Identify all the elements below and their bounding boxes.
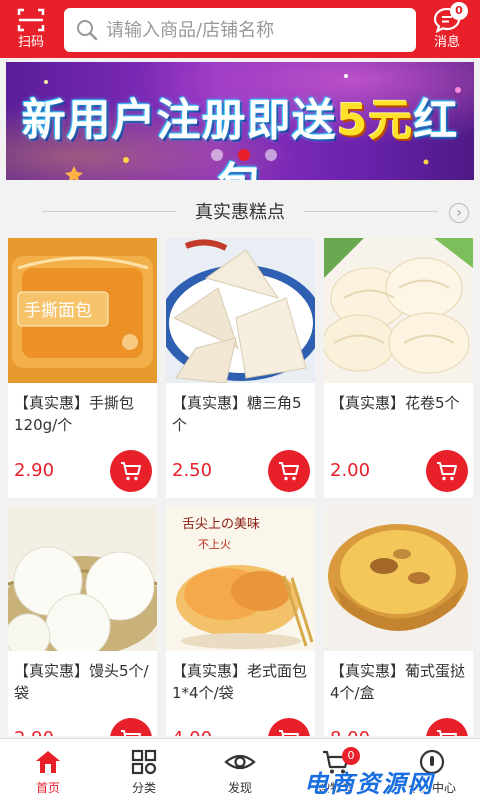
product-card[interactable]: 【真实惠】葡式蛋挞4个/盒 8.00 [324,506,473,736]
message-label: 消息 [433,35,460,50]
scan-icon [17,8,45,32]
product-image-egg-tarts[interactable] [324,506,473,651]
carousel-dots [211,149,281,163]
product-image-flower-rolls[interactable] [324,238,473,383]
product-name[interactable]: 【真实惠】手撕包120g/个 [14,392,154,436]
message-badge: 0 [450,2,468,20]
product-price: 2.90 [14,728,54,736]
product-image-hand-torn-bread[interactable]: 手撕面包 [8,238,157,383]
tab-label: 首页 [35,781,60,795]
search-icon [77,20,98,41]
eye-icon [224,754,256,770]
carousel-dot[interactable] [265,149,277,161]
svg-text:手撕面包: 手撕面包 [24,301,92,321]
add-to-cart-button[interactable] [110,718,152,736]
add-to-cart-button[interactable] [426,718,468,736]
promo-banner[interactable]: 新用户注册即送5元红包 [6,62,474,180]
product-card[interactable]: 【真实惠】花卷5个 2.00 [324,238,473,498]
watermark-logo: 电商资源网 [304,770,434,798]
chevron-right-icon[interactable]: › [449,203,469,223]
add-to-cart-button[interactable] [268,718,310,736]
cart-icon [279,462,299,481]
product-card[interactable]: 手撕面包 【真实惠】手撕包120g/个 2.90 [8,238,157,498]
message-button[interactable]: 0 消息 [420,2,474,56]
banner-text-highlight: 5元 [336,95,414,146]
tab-home[interactable]: 首页 [0,739,96,800]
product-name[interactable]: 【真实惠】馒头5个/袋 [14,660,154,704]
product-price: 2.00 [330,460,371,481]
add-to-cart-button[interactable] [268,450,310,492]
cart-icon [437,730,457,736]
add-to-cart-button[interactable] [426,450,468,492]
product-image-old-style-bread[interactable]: 舌尖上の美味 不上火 [166,506,315,651]
add-to-cart-button[interactable] [110,450,152,492]
scan-label: 扫码 [17,35,44,50]
cart-badge: 0 [342,747,360,765]
carousel-dot-active[interactable] [238,149,250,161]
product-image-steamed-buns[interactable] [8,506,157,651]
product-grid: 手撕面包 【真实惠】手撕包120g/个 2.90 【真实惠】糖三角5个 2.50 [8,238,474,736]
svg-text:舌尖上の美味: 舌尖上の美味 [182,517,260,532]
product-card[interactable]: 【真实惠】馒头5个/袋 2.90 [8,506,157,736]
banner-headline: 新用户注册即送5元红包 [6,84,474,180]
product-name[interactable]: 【真实惠】花卷5个 [330,392,470,414]
category-icon [131,749,157,775]
section-header: 真实惠糕点 › [0,188,480,234]
banner-text-part1: 新用户注册即送 [21,95,337,146]
home-icon [36,751,60,773]
product-image-sugar-triangle-buns[interactable] [166,238,315,383]
tab-label: 分类 [131,781,156,795]
product-name[interactable]: 【真实惠】糖三角5个 [172,392,312,436]
product-name[interactable]: 【真实惠】老式面包1*4个/袋 [172,660,312,704]
tab-label: 发现 [227,781,252,795]
search-input[interactable] [106,19,396,41]
svg-text:不上火: 不上火 [198,538,231,551]
scan-button[interactable]: 扫码 [4,4,58,56]
cart-icon [279,730,299,736]
product-price: 2.50 [172,460,213,481]
product-price: 4.00 [172,728,212,736]
search-bar[interactable] [64,8,416,52]
cart-icon [121,462,141,481]
product-price: 8.00 [330,728,370,736]
product-card[interactable]: 【真实惠】糖三角5个 2.50 [166,238,315,498]
cart-icon [121,730,141,736]
top-header: 扫码 0 消息 [0,0,480,58]
carousel-dot[interactable] [211,149,223,161]
tab-discover[interactable]: 发现 [192,739,288,800]
product-card[interactable]: 舌尖上の美味 不上火 【真实惠】老式面包1*4个/袋 4.00 [166,506,315,736]
cart-icon [437,462,457,481]
tab-category[interactable]: 分类 [96,739,192,800]
product-name[interactable]: 【真实惠】葡式蛋挞4个/盒 [330,660,470,704]
product-price: 2.90 [14,460,55,481]
section-title: 真实惠糕点 [195,202,285,223]
